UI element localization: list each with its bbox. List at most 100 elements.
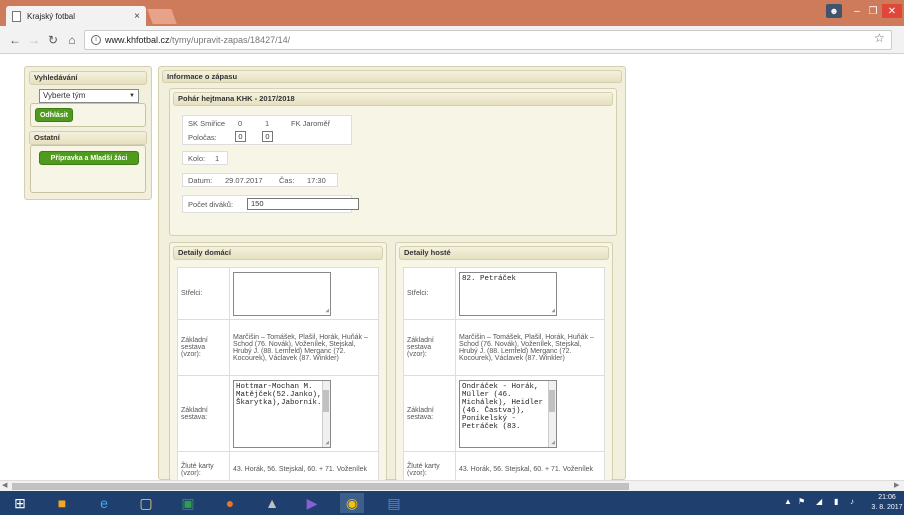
url-path: /tymy/upravit-zapas/18427/14/ (169, 35, 291, 45)
round-value: 1 (215, 154, 220, 163)
network-icon[interactable]: ◢ (816, 497, 822, 506)
internet-explorer-icon[interactable]: e (92, 493, 116, 513)
away-lineup-label: Základní sestava: (403, 375, 456, 452)
battery-icon[interactable]: ▮ (834, 497, 838, 506)
home-team: SK Smiřice (188, 119, 226, 128)
clock-date: 3. 8. 2017 (871, 504, 903, 511)
time-value: 17:30 (307, 176, 326, 185)
app-icon[interactable]: ▲ (260, 493, 284, 513)
team-select-value: Vyberte tým (43, 91, 86, 100)
visual-studio-icon[interactable]: ▶ (300, 493, 324, 513)
match-info-heading: Informace o zápasu (162, 70, 622, 83)
minimize-icon[interactable]: – (850, 4, 864, 18)
away-lineup-value: Ondráček - Horák, Müller (46. Michálek),… (462, 382, 544, 431)
away-scorers-textarea[interactable]: 82. Petráček ◢ (459, 271, 557, 316)
home-lineup-label: Základní sestava: (177, 375, 230, 452)
spectators-input[interactable]: 150 (247, 198, 359, 210)
table-row: Základní sestava: Ondráček - Horák, Müll… (403, 375, 605, 452)
browser-toolbar: ← → ↻ ⌂ i www.khfotbal.cz /tymy/upravit-… (0, 26, 904, 54)
home-details-panel: Detaily domácí Střelci: ◢ Základní sesta… (169, 242, 387, 488)
resize-grip-icon[interactable]: ◢ (325, 307, 329, 314)
scroll-right-icon[interactable]: ▶ (894, 481, 899, 489)
clock[interactable]: 21:06 3. 8. 2017 (870, 493, 904, 513)
other-heading: Ostatní (29, 131, 147, 145)
folder-icon[interactable]: ▢ (134, 493, 158, 513)
home-details-heading: Detaily domácí (173, 246, 383, 260)
browser-tab[interactable]: Krajský fotbal × (6, 6, 146, 26)
resize-grip-icon[interactable]: ◢ (551, 439, 555, 446)
competition-heading: Pohár hejtmana KHK - 2017/2018 (173, 92, 613, 106)
word-icon[interactable]: ▤ (382, 493, 406, 513)
youth-button[interactable]: Přípravka a Mladší žáci (39, 151, 139, 165)
tray-chevron-icon[interactable]: ▲ (784, 497, 792, 506)
tab-title: Krajský fotbal (27, 11, 76, 21)
date-time-box: Datum: 29.07.2017 Čas: 17:30 (182, 173, 338, 187)
competition-panel: Pohár hejtmana KHK - 2017/2018 SK Smiřic… (169, 88, 617, 236)
address-bar[interactable]: i www.khfotbal.cz /tymy/upravit-zapas/18… (84, 30, 892, 50)
home-lineup-sample-label: Základní sestava (vzor): (177, 319, 230, 376)
flag-icon[interactable]: ⚑ (798, 497, 805, 506)
spectators-box: Počet diváků: 150 (182, 195, 359, 213)
scrollbar-thumb[interactable] (549, 389, 555, 412)
clock-time: 21:06 (878, 494, 896, 501)
scroll-left-icon[interactable]: ◀ (2, 481, 7, 489)
scrollbar-thumb[interactable] (323, 389, 329, 412)
new-tab-button[interactable] (147, 9, 177, 24)
volume-icon[interactable]: ♪ (850, 497, 854, 506)
away-details-table: Střelci: 82. Petráček ◢ Základní sestava… (403, 267, 605, 488)
halftime-away-input[interactable]: 0 (262, 131, 273, 142)
logout-button[interactable]: Odhlásit (35, 108, 73, 122)
spectators-label: Počet diváků: (188, 200, 234, 209)
home-scorers-label: Střelci: (177, 267, 230, 320)
time-label: Čas: (279, 176, 295, 185)
away-lineup-textarea[interactable]: Ondráček - Horák, Müller (46. Michálek),… (459, 379, 557, 448)
scrollbar-thumb[interactable] (12, 483, 629, 490)
home-lineup-value: Hottmar-Mochan M. Matějček(52.Janko),Pro… (236, 382, 330, 407)
other-box: Přípravka a Mladší žáci (30, 145, 146, 193)
home-lineup-sample: Marčišin – Tomášek, Plašil, Horák, Huňák… (229, 319, 379, 376)
chevron-down-icon: ▼ (129, 93, 135, 99)
bookmark-star-icon[interactable]: ☆ (874, 31, 885, 45)
date-value: 29.07.2017 (225, 176, 263, 185)
maximize-icon[interactable]: ❐ (866, 4, 880, 18)
away-team: FK Jaroměř (291, 119, 331, 128)
logout-box: Odhlásit (30, 103, 146, 127)
home-score: 0 (238, 119, 243, 128)
store-icon[interactable]: ▣ (176, 493, 200, 513)
home-scorers-textarea[interactable]: ◢ (233, 271, 331, 316)
file-manager-icon[interactable]: ■ (50, 493, 74, 513)
home-lineup-textarea[interactable]: Hottmar-Mochan M. Matějček(52.Janko),Pro… (233, 379, 331, 448)
home-icon[interactable]: ⌂ (64, 32, 80, 48)
firefox-icon[interactable]: ● (218, 493, 242, 513)
windows-start-icon[interactable]: ⊞ (8, 493, 32, 513)
date-label: Datum: (188, 176, 213, 185)
back-arrow-icon[interactable]: ← (7, 32, 23, 48)
round-label: Kolo: (188, 154, 206, 163)
chrome-icon[interactable]: ◉ (340, 493, 364, 513)
table-row: Základní sestava (vzor): Marčišin – Tomá… (177, 319, 379, 376)
info-icon[interactable]: i (91, 35, 101, 45)
sidebar: Vyhledávání Vyberte tým ▼ Odhlásit Ostat… (24, 66, 152, 200)
away-scorers-label: Střelci: (403, 267, 456, 320)
away-score: 1 (265, 119, 270, 128)
match-info-panel: Informace o zápasu Pohár hejtmana KHK - … (158, 66, 626, 488)
away-lineup-cell: Ondráček - Horák, Müller (46. Michálek),… (455, 375, 605, 452)
forward-arrow-icon[interactable]: → (26, 32, 42, 48)
away-scorers-value: 82. Petráček (462, 274, 517, 283)
url-host: www.khfotbal.cz (105, 35, 170, 45)
search-heading: Vyhledávání (29, 71, 147, 85)
page-content: Vyhledávání Vyberte tým ▼ Odhlásit Ostat… (0, 55, 904, 488)
close-tab-icon[interactable]: × (134, 11, 140, 22)
reload-icon[interactable]: ↻ (45, 32, 61, 48)
table-row: Základní sestava: Hottmar-Mochan M. Matě… (177, 375, 379, 452)
resize-grip-icon[interactable]: ◢ (551, 307, 555, 314)
close-window-icon[interactable]: ✕ (882, 4, 902, 18)
away-lineup-sample-label: Základní sestava (vzor): (403, 319, 456, 376)
halftime-home-input[interactable]: 0 (235, 131, 246, 142)
page-icon (12, 10, 21, 22)
halftime-label: Poločas: (188, 133, 217, 142)
team-select[interactable]: Vyberte tým ▼ (39, 89, 139, 103)
horizontal-scrollbar[interactable]: ◀ ▶ (0, 480, 904, 491)
user-icon[interactable]: ☻ (826, 4, 842, 18)
resize-grip-icon[interactable]: ◢ (325, 439, 329, 446)
